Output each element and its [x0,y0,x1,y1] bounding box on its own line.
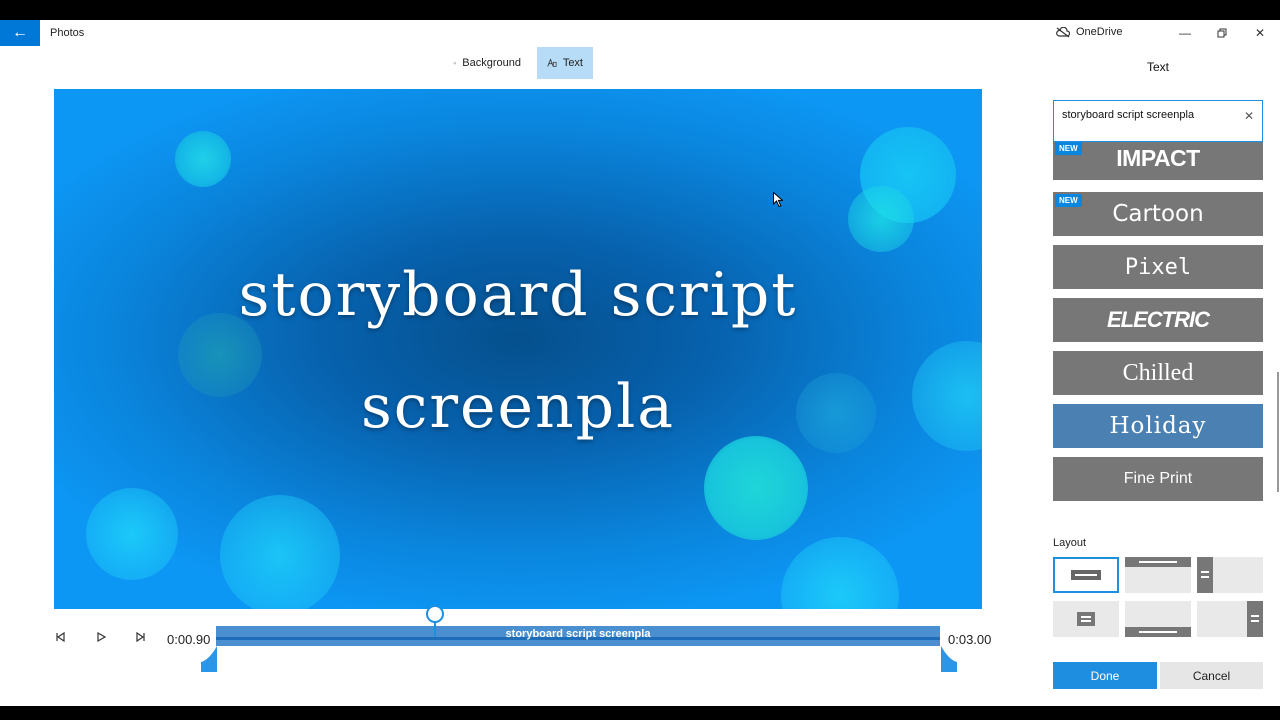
style-list-scrollbar[interactable] [1277,372,1279,492]
minimize-icon: — [1179,26,1191,40]
step-back-icon [56,631,65,643]
title-line-1: storyboard script [238,260,798,330]
previous-frame-button[interactable] [55,631,67,646]
cancel-button[interactable]: Cancel [1160,662,1263,689]
background-tool-label: Background [462,57,521,69]
title-text-overlay[interactable]: storyboard script screenpla [54,239,982,463]
layout-glyph [1201,571,1209,573]
done-button[interactable]: Done [1053,662,1157,689]
style-label: Fine Print [1123,470,1193,487]
new-badge: NEW [1055,142,1082,155]
panel-title: Text [1146,60,1169,74]
layout-center-box[interactable] [1053,601,1119,637]
restore-icon [1217,28,1227,38]
style-pixel[interactable]: Pixel [1053,245,1263,289]
text-style-list[interactable]: NEW IMPACT NEW Cartoon Pixel ELECTRIC Ch… [1053,142,1263,502]
layout-glyph [1081,616,1091,618]
trim-start-handle[interactable] [201,646,217,672]
style-label: Holiday [1109,413,1207,439]
bokeh-light [220,495,340,609]
bokeh-light [175,131,231,187]
style-label: Pixel [1124,254,1192,280]
onedrive-status[interactable]: OneDrive [1056,26,1122,38]
style-label: Chilled [1122,359,1194,386]
back-button[interactable]: ← [0,20,40,46]
style-label: IMPACT [1116,144,1200,171]
layout-center-bar[interactable] [1053,557,1119,593]
text-icon [547,58,557,67]
layout-top-bar[interactable] [1125,557,1191,593]
style-label: ELECTRIC [1107,307,1210,332]
close-icon: ✕ [1254,26,1266,40]
new-badge: NEW [1055,194,1082,207]
play-icon [97,631,107,643]
next-frame-button[interactable] [134,631,146,646]
style-label: Cartoon [1112,201,1204,227]
video-preview[interactable]: storyboard script screenpla [54,89,982,609]
style-cartoon[interactable]: NEW Cartoon [1053,192,1263,236]
layout-glyph [1139,561,1177,563]
bokeh-light [86,488,178,580]
layout-glyph [1201,576,1209,578]
start-time: 0:00.90 [167,632,211,647]
layout-glyph [1075,574,1097,576]
background-tool-button[interactable]: Background [443,47,531,79]
bokeh-light [781,537,899,609]
app-title: Photos [50,27,85,39]
onedrive-label: OneDrive [1076,26,1123,38]
layout-bottom-bar[interactable] [1125,601,1191,637]
play-button[interactable] [95,631,107,646]
arrow-left-icon: ← [12,24,28,41]
style-chilled[interactable]: Chilled [1053,351,1263,395]
trim-end-handle[interactable] [941,646,957,672]
layout-label: Layout [1053,537,1087,549]
text-entry-box[interactable]: ✕ [1053,100,1263,142]
layout-glyph [1081,620,1091,622]
text-tool-button[interactable]: Text [537,47,593,79]
step-forward-icon [136,631,145,643]
mouse-cursor-icon [773,191,784,213]
layout-glyph [1247,601,1263,637]
end-time: 0:03.00 [948,632,992,647]
close-window-button[interactable]: ✕ [1245,23,1275,43]
layout-right-bar[interactable] [1197,601,1263,637]
playhead-line [434,621,436,637]
layout-glyph [1197,557,1213,593]
cloud-off-icon [1056,26,1070,37]
photos-window: ← Photos OneDrive — ✕ Background Text st… [0,20,1280,706]
title-line-2: screenpla [360,372,676,442]
paint-bucket-icon [453,61,457,65]
playhead-handle[interactable] [426,605,444,623]
minimize-button[interactable]: — [1170,23,1200,43]
layout-glyph [1251,620,1259,622]
title-text-input[interactable] [1062,109,1240,121]
clear-icon: ✕ [1243,109,1254,123]
style-fine-print[interactable]: Fine Print [1053,457,1263,501]
style-impact[interactable]: NEW IMPACT [1053,142,1263,180]
restore-button[interactable] [1207,23,1237,43]
style-electric[interactable]: ELECTRIC [1053,298,1263,342]
text-tool-label: Text [562,57,583,69]
timeline-clip-label: storyboard script screenpla [505,628,651,640]
layout-left-bar[interactable] [1197,557,1263,593]
layout-glyph [1077,612,1095,626]
layout-glyph [1139,631,1177,633]
clear-text-button[interactable]: ✕ [1244,109,1254,123]
style-holiday[interactable]: Holiday [1053,404,1263,448]
layout-glyph [1251,615,1259,617]
